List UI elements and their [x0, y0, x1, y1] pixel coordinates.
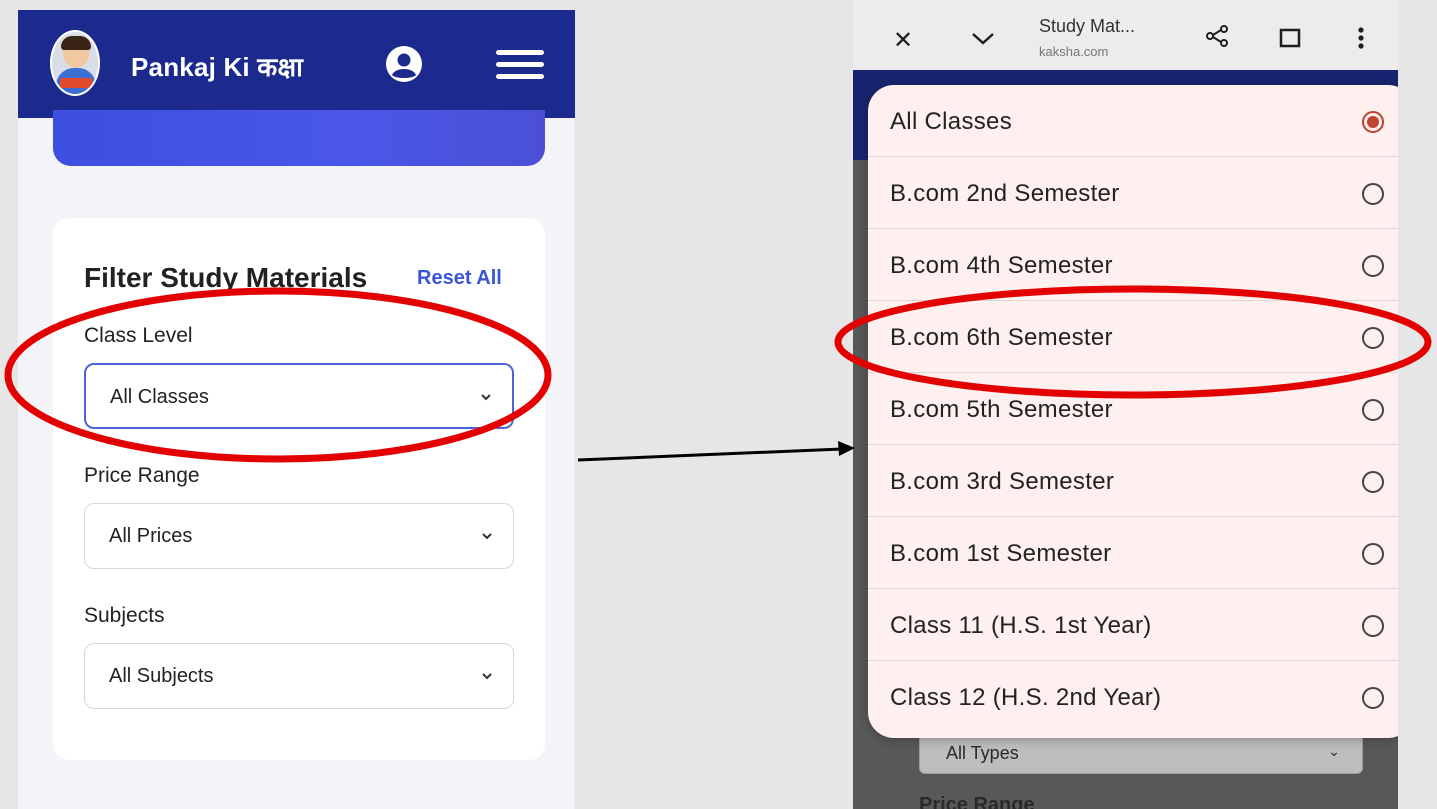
reset-all-link[interactable]: Reset All [417, 267, 502, 290]
chevron-down-icon[interactable] [971, 32, 995, 46]
chevron-down-icon: ⌄ [1328, 743, 1340, 759]
right-phone-screen: ✕ Study Mat... kaksha.com All Types ⌄ Pr… [853, 0, 1398, 809]
option-class-12[interactable]: Class 12 (H.S. 2nd Year) [868, 661, 1398, 733]
filter-card: Filter Study Materials Reset All Class L… [53, 218, 545, 760]
option-label: B.com 5th Semester [890, 396, 1113, 423]
option-label: B.com 1st Semester [890, 540, 1112, 567]
bookmark-icon[interactable] [1279, 28, 1301, 48]
price-range-select[interactable]: All Prices [84, 503, 514, 569]
option-class-11[interactable]: Class 11 (H.S. 1st Year) [868, 589, 1398, 661]
chevron-down-icon [482, 533, 492, 540]
radio-icon[interactable] [1362, 327, 1384, 349]
chevron-down-icon [481, 394, 491, 401]
option-label: B.com 2nd Semester [890, 180, 1120, 207]
share-icon[interactable] [1205, 24, 1229, 48]
radio-icon[interactable] [1362, 471, 1384, 493]
option-label: Class 12 (H.S. 2nd Year) [890, 684, 1162, 711]
option-label: B.com 4th Semester [890, 252, 1113, 279]
option-bcom-6th-semester[interactable]: B.com 6th Semester [868, 301, 1398, 373]
option-label: B.com 3rd Semester [890, 468, 1115, 495]
price-range-label-background: Price Range [919, 794, 1035, 809]
option-bcom-4th-semester[interactable]: B.com 4th Semester [868, 229, 1398, 301]
brand-name[interactable]: Pankaj Ki कक्षा [131, 48, 303, 84]
arrow-line [577, 447, 843, 462]
radio-icon[interactable] [1362, 183, 1384, 205]
subjects-value: All Subjects [109, 665, 214, 687]
radio-icon[interactable] [1362, 543, 1384, 565]
option-label: All Classes [890, 108, 1012, 135]
price-range-label: Price Range [84, 464, 200, 487]
radio-icon[interactable] [1362, 255, 1384, 277]
option-bcom-2nd-semester[interactable]: B.com 2nd Semester [868, 157, 1398, 229]
option-label: Class 11 (H.S. 1st Year) [890, 612, 1152, 639]
user-account-icon[interactable] [386, 46, 422, 82]
radio-icon[interactable] [1362, 687, 1384, 709]
brand-logo[interactable] [50, 30, 100, 96]
browser-toolbar: ✕ Study Mat... kaksha.com [853, 0, 1398, 70]
radio-selected-icon[interactable] [1362, 111, 1384, 133]
close-icon[interactable]: ✕ [893, 26, 913, 55]
option-bcom-5th-semester[interactable]: B.com 5th Semester [868, 373, 1398, 445]
left-phone-screen: Pankaj Ki कक्षा Filter Study Materials R… [18, 10, 575, 809]
price-range-value: All Prices [109, 525, 193, 547]
tab-title: Study Mat... [1039, 16, 1136, 36]
option-all-classes[interactable]: All Classes [868, 85, 1398, 157]
option-label: B.com 6th Semester [890, 324, 1113, 351]
hamburger-menu-icon[interactable] [496, 50, 544, 80]
radio-icon[interactable] [1362, 615, 1384, 637]
class-level-value: All Classes [110, 386, 209, 408]
chevron-down-icon [482, 673, 492, 680]
hero-banner [53, 110, 545, 166]
class-level-select[interactable]: All Classes [84, 363, 514, 429]
type-select-value: All Types [946, 743, 1019, 763]
tab-url: kaksha.com [1039, 44, 1109, 59]
option-bcom-1st-semester[interactable]: B.com 1st Semester [868, 517, 1398, 589]
more-options-icon[interactable] [1357, 26, 1365, 50]
subjects-label: Subjects [84, 604, 165, 627]
subjects-select[interactable]: All Subjects [84, 643, 514, 709]
class-level-label: Class Level [84, 324, 193, 347]
app-header: Pankaj Ki कक्षा [18, 10, 575, 118]
radio-icon[interactable] [1362, 399, 1384, 421]
option-bcom-3rd-semester[interactable]: B.com 3rd Semester [868, 445, 1398, 517]
filter-title: Filter Study Materials [84, 262, 368, 293]
class-options-picker: All Classes B.com 2nd Semester B.com 4th… [868, 85, 1398, 738]
